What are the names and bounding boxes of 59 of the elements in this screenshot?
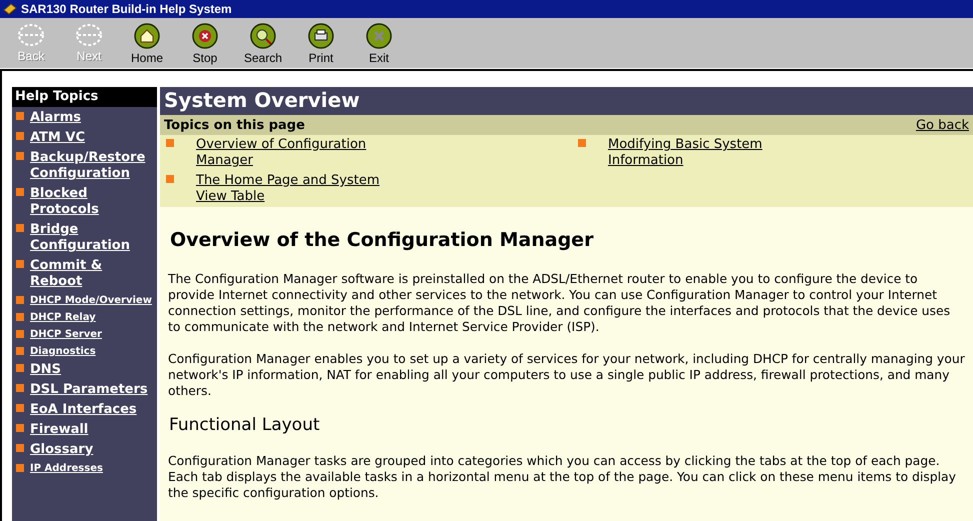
sidebar-link[interactable]: Firewall [30,422,88,438]
stop-icon [192,23,218,49]
topic-link[interactable]: Overview of Configuration Manager [196,137,396,169]
sidebar-link[interactable]: Diagnostics [30,345,96,358]
paragraph: Configuration Manager tasks are grouped into categories which you can access by clicking the tabs at the top of each page. Each tab displays the available tasks in a horizontal menu at the top of the page. You can click on these menu items to display the specific configuration options. [168,453,957,501]
topics-heading: Topics on this page [164,118,305,133]
paragraph: Configuration Manager enables you to set up a variety of services for your network, including DHCP for centrally managing your network's IP information, NAT for enabling all your computers to use a single public IP address, firewall protections, and many others. [168,351,965,399]
bullet-icon [16,330,24,338]
toolbar-button[interactable]: Exit [350,18,408,66]
bullet-icon [16,404,24,412]
sidebar-link[interactable]: DHCP Server [30,328,102,341]
bullet-icon [16,132,24,140]
toolbar-button[interactable]: Home [118,18,176,66]
sidebar-link[interactable]: ATM VC [30,130,85,146]
sidebar-link[interactable]: DHCP Mode/Overview [30,294,152,307]
book-icon [3,3,17,15]
sidebar-link[interactable]: DHCP Relay [30,311,96,324]
toolbar-button[interactable]: Stop [176,18,234,66]
bullet-icon [16,296,24,304]
bullet-icon [166,139,174,147]
sidebar-link[interactable]: Glossary [30,442,94,458]
sidebar-link[interactable]: IP Addresses [30,462,103,475]
section-heading: Overview of the Configuration Manager [170,229,594,251]
sidebar-link[interactable]: Commit & Reboot [30,258,157,290]
bullet-icon [16,188,24,196]
search-icon [250,23,276,49]
bullet-icon [16,260,24,268]
close-icon [366,23,392,49]
sidebar-link[interactable]: Alarms [30,110,81,126]
sidebar-link[interactable]: DSL Parameters [30,382,148,398]
bullet-icon [16,444,24,452]
toolbar-button[interactable]: Print [292,18,350,66]
bullet-icon [16,112,24,120]
bullet-icon [166,175,174,183]
sidebar-link[interactable]: Bridge Configuration [30,222,157,254]
sidebar-link[interactable]: EoA Interfaces [30,402,137,418]
go-back-link[interactable]: Go back [916,118,969,133]
bullet-icon [16,384,24,392]
bullet-icon [16,224,24,232]
bullet-icon [16,347,24,355]
sidebar-link[interactable]: Backup/Restore Configuration [30,150,157,182]
sidebar-title: Help Topics [12,87,157,107]
bullet-icon [16,364,24,372]
paragraph: The Configuration Manager software is preinstalled on the ADSL/Ethernet router to enable you to configure the device to provide Internet connectivity and other services to the network. You can use Configuration Manager to control your Internet connection settings, monitor the performance of the DSL line, and configure the interfaces and protocols that the device uses to communicate with the network and Internet Service Provider (ISP). [168,271,952,335]
subsection-heading: Functional Layout [169,415,321,435]
bullet-icon [16,152,24,160]
bullet-icon [16,424,24,432]
page-title: System Overview [160,87,973,115]
home-icon [134,23,160,49]
bullet-icon [16,464,24,472]
printer-icon [308,23,334,49]
window-title: SAR130 Router Build-in Help System [21,2,232,16]
bullet-icon [578,139,586,147]
bullet-icon [16,313,24,321]
sidebar-link[interactable]: DNS [30,362,62,378]
topic-link[interactable]: The Home Page and System View Table [196,173,396,205]
sidebar-link[interactable]: Blocked Protocols [30,186,157,218]
toolbar-button[interactable]: Search [234,18,292,66]
topic-link[interactable]: Modifying Basic System Information [608,137,808,169]
